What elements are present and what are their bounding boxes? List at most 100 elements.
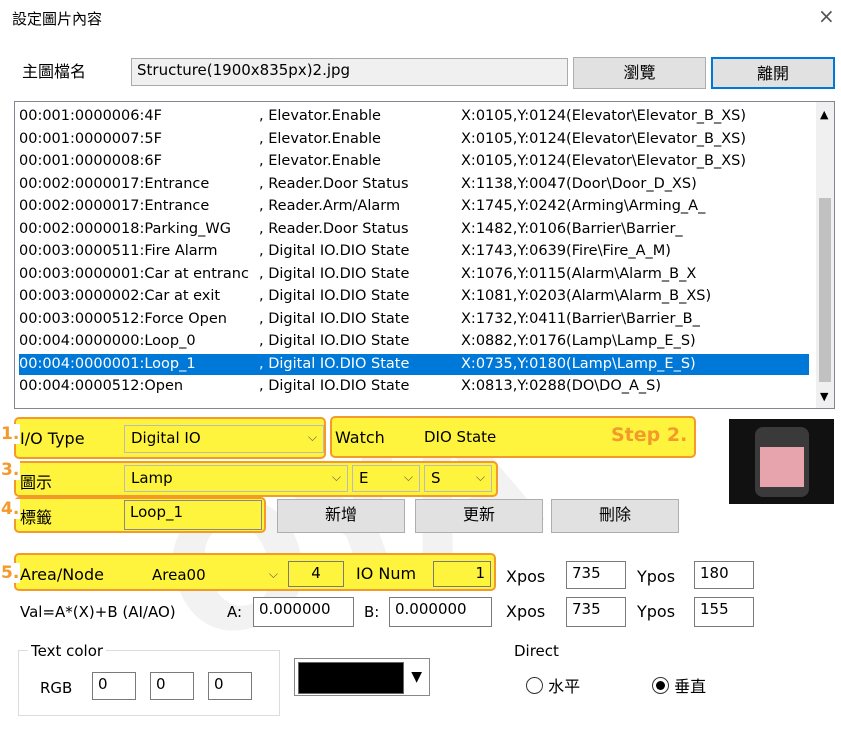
list-item[interactable]: 00:002:0000017:Entrance , Reader.Arm/Alar… xyxy=(19,196,809,217)
point-list[interactable]: 00:001:0000006:4F , Elevator.Enable X:0105… xyxy=(14,101,835,409)
list-item-func: , Digital IO.DIO State xyxy=(259,333,410,349)
area-select[interactable]: Area00 ⌵ xyxy=(146,563,284,589)
watch-label: Watch xyxy=(335,428,385,447)
chevron-down-icon: ⌵ xyxy=(403,470,413,484)
xpos-label: Xpos xyxy=(506,567,546,586)
chevron-down-icon: ▼ xyxy=(411,669,422,685)
list-item-pos: X:0735,Y:0180(Lamp\Lamp_E_S) xyxy=(461,355,696,372)
rgb-label: RGB xyxy=(40,679,73,697)
annotation-step-2: Step 2. xyxy=(611,424,688,446)
list-item[interactable]: 00:002:0000017:Entrance , Reader.Door Sta… xyxy=(19,174,809,195)
watch-value: DIO State xyxy=(424,428,497,446)
ypos2-input[interactable]: 155 xyxy=(694,597,754,627)
scrollbar-thumb[interactable] xyxy=(819,198,831,382)
list-item-func: , Digital IO.DIO State xyxy=(259,378,410,394)
list-item-pos: X:1138,Y:0047(Door\Door_D_XS) xyxy=(461,175,697,192)
list-item-func: , Digital IO.DIO State xyxy=(259,265,410,282)
annotation-1: 1. xyxy=(0,424,21,444)
list-item-pos: X:0882,Y:0176(Lamp\Lamp_E_S) xyxy=(461,333,696,349)
blue-input[interactable]: 0 xyxy=(208,672,252,700)
list-item[interactable]: 00:001:0000008:6F , Elevator.Enable X:0105… xyxy=(19,151,809,172)
green-input[interactable]: 0 xyxy=(150,672,194,700)
ypos-input[interactable]: 180 xyxy=(694,561,754,589)
list-item-pos: X:1076,Y:0115(Alarm\Alarm_B_X xyxy=(461,265,697,282)
list-item-addr: 00:004:0000001:Loop_1 xyxy=(19,355,196,372)
scroll-up-icon[interactable]: ▲ xyxy=(820,108,828,121)
list-item-addr: 00:002:0000018:Parking_WG xyxy=(19,220,231,237)
io-num-input[interactable]: 1 xyxy=(433,561,491,587)
node-input[interactable]: 4 xyxy=(288,561,344,587)
red-input[interactable]: 0 xyxy=(92,672,136,700)
list-item-func: , Reader.Arm/Alarm xyxy=(259,198,401,214)
list-item-pos: X:1732,Y:0411(Barrier\Barrier_B_ xyxy=(461,310,700,327)
icon-s-select[interactable]: S ⌵ xyxy=(424,465,492,492)
b-label: B: xyxy=(364,603,380,621)
list-item-func: , Elevator.Enable xyxy=(259,153,381,169)
list-item-addr: 00:003:0000002:Car at exit xyxy=(19,288,221,304)
chevron-down-icon: ⌵ xyxy=(331,470,341,484)
radio-horizontal-icon[interactable] xyxy=(526,677,543,694)
list-item-func: , Digital IO.DIO State xyxy=(259,288,410,304)
file-label: 主圖檔名 xyxy=(22,62,87,81)
list-item[interactable]: 00:001:0000007:5F , Elevator.Enable X:0105… xyxy=(19,129,809,150)
color-picker[interactable]: ▼ xyxy=(294,658,430,696)
file-name-field[interactable]: Structure(1900x835px)2.jpg xyxy=(131,58,568,86)
list-item[interactable]: 00:003:0000002:Car at exit , Digital IO.D… xyxy=(19,286,809,307)
list-item-pos: X:1743,Y:0639(Fire\Fire_A_M) xyxy=(461,243,671,259)
list-item[interactable]: 00:001:0000006:4F , Elevator.Enable X:0105… xyxy=(19,106,809,127)
radio-horizontal[interactable]: 水平 xyxy=(526,673,580,697)
io-num-label: IO Num xyxy=(356,564,417,583)
list-item[interactable]: 00:002:0000018:Parking_WG , Reader.Door S… xyxy=(19,219,809,240)
xpos-input[interactable]: 735 xyxy=(566,561,626,589)
b-input[interactable]: 0.000000 xyxy=(389,597,492,627)
ypos-label: Ypos xyxy=(637,567,676,586)
list-item[interactable]: 00:004:0000000:Loop_0 , Digital IO.DIO St… xyxy=(19,331,809,352)
area-node-label: Area/Node xyxy=(20,565,104,584)
list-item-func: , Elevator.Enable xyxy=(259,130,381,147)
list-item-func: , Reader.Door Status xyxy=(259,220,409,237)
list-item[interactable]: 00:003:0000001:Car at entranc , Digital I… xyxy=(19,264,809,285)
list-scrollbar[interactable]: ▲ ▼ xyxy=(816,102,834,408)
annotation-5: 5. xyxy=(0,563,21,583)
add-button[interactable]: 新增 xyxy=(277,499,405,533)
window-title: 設定圖片內容 xyxy=(12,10,103,28)
xpos2-input[interactable]: 735 xyxy=(566,597,626,627)
list-item[interactable]: 00:004:0000512:Open , Digital IO.DIO Stat… xyxy=(19,376,809,397)
list-item-func: , Digital IO.DIO State xyxy=(259,243,410,259)
a-input[interactable]: 0.000000 xyxy=(253,597,354,627)
exit-button[interactable]: 離開 xyxy=(711,57,835,89)
list-item-func: , Digital IO.DIO State xyxy=(259,355,410,372)
list-item-func: , Digital IO.DIO State xyxy=(259,310,410,327)
list-item[interactable]: 00:003:0000511:Fire Alarm , Digital IO.DI… xyxy=(19,241,809,262)
list-item-addr: 00:004:0000512:Open xyxy=(19,378,184,394)
tag-input[interactable]: Loop_1 xyxy=(124,500,262,530)
update-button[interactable]: 更新 xyxy=(415,499,543,533)
chevron-down-icon: ⌵ xyxy=(268,567,278,581)
radio-vertical-icon[interactable] xyxy=(652,677,669,694)
scroll-down-icon[interactable]: ▼ xyxy=(820,390,828,403)
list-item[interactable]: 00:004:0000001:Loop_1 , Digital IO.DIO St… xyxy=(19,353,809,375)
list-item[interactable]: 00:003:0000512:Force Open , Digital IO.DI… xyxy=(19,309,809,330)
color-swatch xyxy=(298,662,404,694)
list-item-pos: X:0105,Y:0124(Elevator\Elevator_B_XS) xyxy=(461,108,747,124)
direct-label: Direct xyxy=(514,642,559,660)
io-type-value: Digital IO xyxy=(131,429,201,447)
annotation-4: 4. xyxy=(0,499,21,519)
list-item-func: , Elevator.Enable xyxy=(259,108,381,124)
radio-horizontal-label: 水平 xyxy=(548,677,581,696)
chevron-down-icon: ⌵ xyxy=(307,430,317,444)
browse-button[interactable]: 瀏覽 xyxy=(573,57,706,89)
area-value: Area00 xyxy=(152,566,206,584)
icon-e-select[interactable]: E ⌵ xyxy=(352,465,420,492)
list-item-pos: X:1482,Y:0106(Barrier\Barrier_ xyxy=(461,220,683,237)
io-type-select[interactable]: Digital IO ⌵ xyxy=(124,425,324,453)
io-type-label: I/O Type xyxy=(20,429,85,448)
list-item-addr: 00:003:0000512:Force Open xyxy=(19,310,227,327)
list-item-addr: 00:004:0000000:Loop_0 xyxy=(19,333,196,349)
radio-vertical[interactable]: 垂直 xyxy=(652,673,706,697)
list-item-addr: 00:003:0000511:Fire Alarm xyxy=(19,243,218,259)
close-icon[interactable]: × xyxy=(818,4,835,28)
list-item-pos: X:1081,Y:0203(Alarm\Alarm_B_XS) xyxy=(461,288,712,304)
delete-button[interactable]: 刪除 xyxy=(551,499,679,533)
icon-select[interactable]: Lamp ⌵ xyxy=(124,465,348,492)
